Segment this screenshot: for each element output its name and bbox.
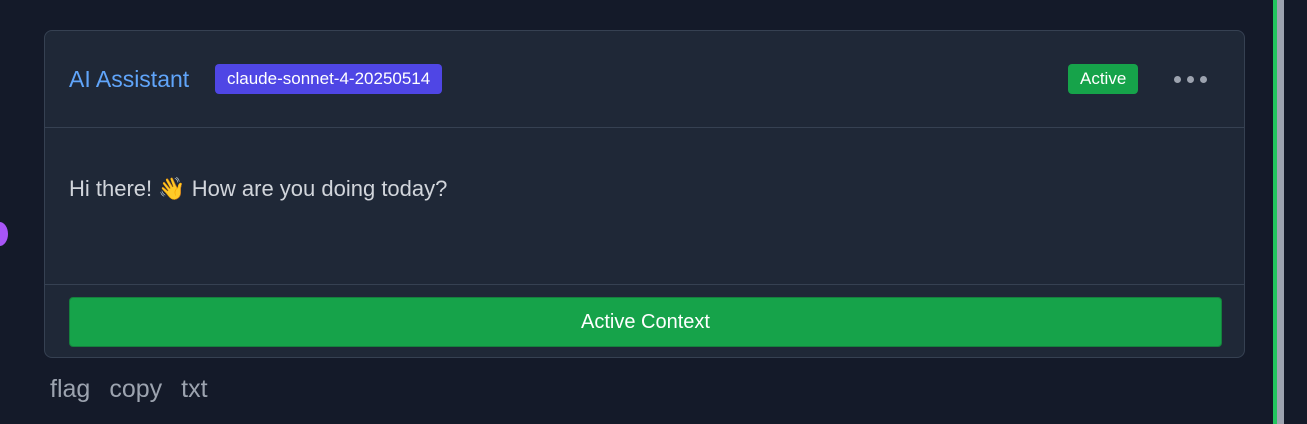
message-actions: flag copy txt xyxy=(50,373,208,405)
txt-button[interactable]: txt xyxy=(181,373,207,405)
more-options-button[interactable] xyxy=(1165,63,1215,95)
active-context-button[interactable]: Active Context xyxy=(69,297,1222,347)
card-body: Hi there! 👋 How are you doing today? xyxy=(45,128,1244,285)
canvas: AI Assistant claude-sonnet-4-20250514 Ac… xyxy=(0,0,1307,424)
copy-button[interactable]: copy xyxy=(109,373,162,405)
card-header: AI Assistant claude-sonnet-4-20250514 Ac… xyxy=(45,31,1244,128)
model-badge: claude-sonnet-4-20250514 xyxy=(215,64,443,94)
right-gutter xyxy=(1284,0,1307,424)
status-badge: Active xyxy=(1068,64,1139,94)
message-text: Hi there! 👋 How are you doing today? xyxy=(69,176,448,201)
connection-handle[interactable] xyxy=(0,222,8,246)
scrollbar[interactable] xyxy=(1277,0,1284,424)
ellipsis-icon xyxy=(1171,75,1210,83)
flag-button[interactable]: flag xyxy=(50,373,90,405)
node-title: AI Assistant xyxy=(69,66,190,92)
assistant-node-card: AI Assistant claude-sonnet-4-20250514 Ac… xyxy=(44,30,1245,358)
